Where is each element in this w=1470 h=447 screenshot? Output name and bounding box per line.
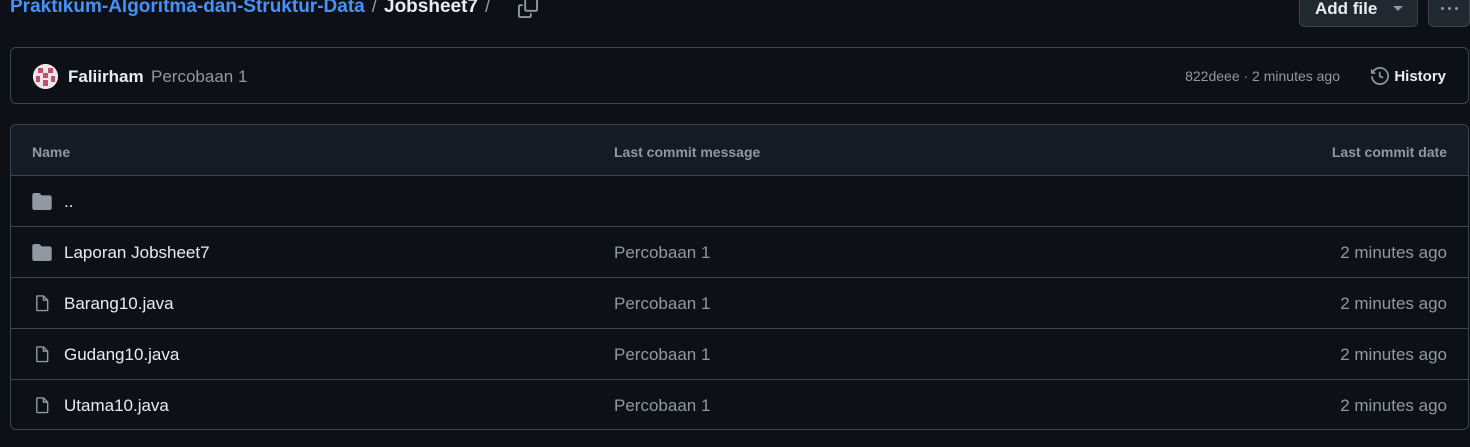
kebab-dot bbox=[1454, 7, 1458, 10]
file-name-link[interactable]: Gudang10.java bbox=[64, 345, 179, 365]
commit-message[interactable]: Percobaan 1 bbox=[151, 67, 247, 87]
copy-icon bbox=[518, 0, 538, 18]
add-file-label: Add file bbox=[1315, 0, 1378, 18]
more-options-button[interactable] bbox=[1428, 0, 1470, 27]
breadcrumb: Praktikum-Algoritma-dan-Struktur-Data / … bbox=[10, 0, 497, 18]
kebab-dot bbox=[1447, 7, 1451, 10]
commit-date: 2 minutes ago bbox=[1340, 396, 1447, 415]
folder-icon bbox=[32, 244, 52, 261]
commit-message-link[interactable]: Percobaan 1 bbox=[614, 396, 710, 416]
table-row: Utama10.java Percobaan 1 2 minutes ago bbox=[11, 380, 1468, 429]
parent-directory-row[interactable]: .. bbox=[11, 176, 1468, 227]
table-header: Name Last commit message Last commit dat… bbox=[11, 125, 1468, 176]
commit-message-link[interactable]: Percobaan 1 bbox=[614, 345, 710, 365]
column-header-message: Last commit message bbox=[614, 144, 761, 160]
file-name-link[interactable]: Utama10.java bbox=[64, 396, 169, 416]
file-name-link[interactable]: Laporan Jobsheet7 bbox=[64, 243, 210, 263]
table-row: Barang10.java Percobaan 1 2 minutes ago bbox=[11, 278, 1468, 329]
breadcrumb-repo-link[interactable]: Praktikum-Algoritma-dan-Struktur-Data bbox=[10, 0, 365, 18]
parent-directory-link[interactable]: .. bbox=[64, 192, 73, 212]
file-name-link[interactable]: Barang10.java bbox=[64, 294, 174, 314]
file-icon bbox=[36, 397, 49, 414]
table-row: Laporan Jobsheet7 Percobaan 1 2 minutes … bbox=[11, 227, 1468, 278]
kebab-dot bbox=[1440, 7, 1444, 10]
file-icon bbox=[36, 295, 49, 312]
avatar[interactable] bbox=[33, 64, 58, 89]
commit-date: 2 minutes ago bbox=[1340, 294, 1447, 313]
breadcrumb-trailing-separator: / bbox=[484, 0, 491, 17]
breadcrumb-separator: / bbox=[371, 0, 377, 17]
history-button[interactable]: History bbox=[1371, 65, 1446, 87]
chevron-down-icon bbox=[1393, 6, 1403, 11]
commit-message-link[interactable]: Percobaan 1 bbox=[614, 294, 710, 314]
commit-message-link[interactable]: Percobaan 1 bbox=[614, 243, 710, 263]
column-header-date: Last commit date bbox=[1331, 144, 1447, 160]
add-file-button[interactable]: Add file bbox=[1299, 0, 1418, 27]
file-icon bbox=[36, 346, 49, 363]
commit-hash-time[interactable]: 822deee · 2 minutes ago bbox=[1185, 68, 1340, 84]
commit-date: 2 minutes ago bbox=[1340, 243, 1447, 262]
breadcrumb-current: Jobsheet7 bbox=[384, 0, 478, 17]
commit-author[interactable]: Faliirham bbox=[68, 67, 144, 87]
column-header-name: Name bbox=[32, 144, 71, 160]
file-table: Name Last commit message Last commit dat… bbox=[10, 124, 1469, 430]
history-icon bbox=[1371, 67, 1390, 85]
folder-icon bbox=[32, 193, 52, 210]
table-row: Gudang10.java Percobaan 1 2 minutes ago bbox=[11, 329, 1468, 380]
history-label: History bbox=[1394, 67, 1446, 85]
repo-header: Praktikum-Algoritma-dan-Struktur-Data / … bbox=[0, 0, 1470, 30]
identicon-icon bbox=[33, 64, 58, 89]
latest-commit-bar: Faliirham Percobaan 1 822deee · 2 minute… bbox=[10, 47, 1469, 104]
copy-path-button[interactable] bbox=[514, 0, 542, 20]
commit-date: 2 minutes ago bbox=[1340, 345, 1447, 364]
